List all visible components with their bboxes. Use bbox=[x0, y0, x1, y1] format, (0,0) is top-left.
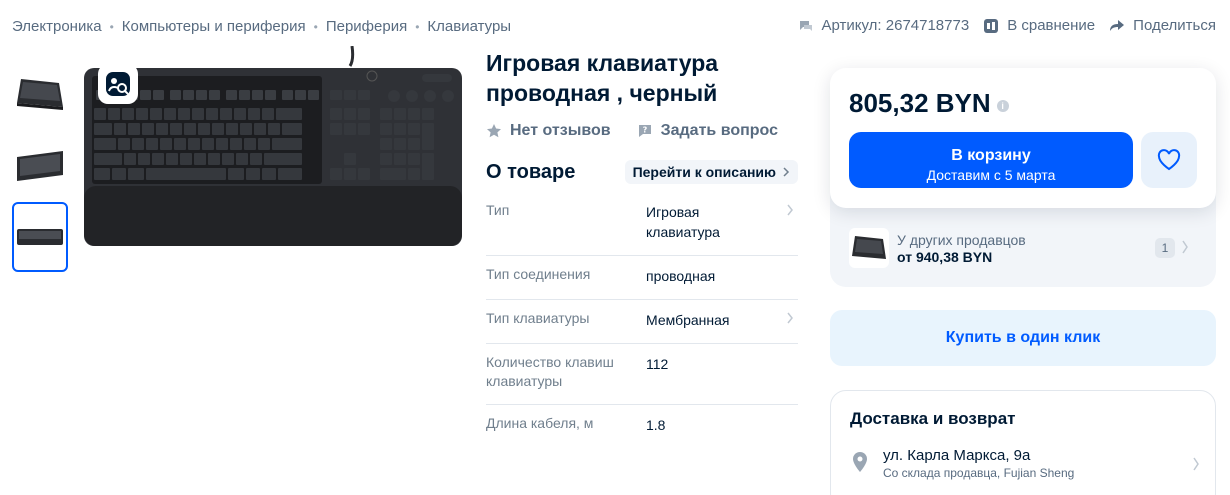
chevron-right-icon bbox=[787, 204, 793, 216]
add-to-cart-label: В корзину bbox=[951, 147, 1031, 164]
share-icon bbox=[1110, 19, 1125, 31]
location-pin-icon bbox=[853, 452, 867, 472]
delivery-address-row[interactable]: ул. Карла Маркса, 9а Со склада продавца,… bbox=[850, 447, 1200, 483]
spec-key: Тип bbox=[486, 202, 510, 218]
thumbnail-3-selected[interactable] bbox=[12, 202, 68, 272]
keyboard-thumbnail-image bbox=[17, 151, 63, 181]
buy-one-click-button[interactable]: Купить в один клик bbox=[830, 310, 1216, 366]
other-sellers-price: от 940,38 BYN bbox=[897, 249, 993, 265]
svg-text:?: ? bbox=[642, 126, 647, 135]
about-header: О товаре Перейти к описанию bbox=[486, 160, 798, 184]
chevron-right-icon bbox=[783, 167, 790, 177]
ask-question-label: Задать вопрос bbox=[660, 122, 778, 139]
price-value: 805,32 BYN bbox=[849, 88, 991, 118]
heart-icon bbox=[1157, 149, 1181, 171]
question-icon: ? bbox=[638, 125, 651, 137]
add-to-cart-button[interactable]: В корзину Доставим с 5 марта bbox=[849, 132, 1133, 188]
spec-key: Тип клавиатуры bbox=[486, 310, 590, 326]
ask-question-link[interactable]: ? Задать вопрос bbox=[637, 122, 778, 140]
spec-value: Мембранная bbox=[646, 312, 730, 328]
spec-value: проводная bbox=[646, 268, 716, 284]
product-main-image[interactable] bbox=[82, 46, 464, 251]
price-card: 805,32 BYN i В корзину Доставим с 5 март… bbox=[830, 68, 1216, 208]
thumbnail-1[interactable] bbox=[12, 58, 68, 128]
spec-row-key-count: Количество клавиш клавиатуры 112 bbox=[486, 344, 798, 405]
delivery-address: ул. Карла Маркса, 9а bbox=[883, 447, 1031, 464]
delivery-date-label: Доставим с 5 марта bbox=[926, 167, 1056, 183]
spec-value: 112 bbox=[646, 356, 669, 372]
seller-product-image bbox=[849, 228, 889, 268]
reviews-link[interactable]: Нет отзывов bbox=[486, 122, 611, 140]
breadcrumb: Электроника • Компьютеры и периферия • П… bbox=[12, 18, 511, 35]
chevron-right-icon bbox=[1182, 240, 1188, 254]
share-button[interactable]: Поделиться bbox=[1109, 17, 1216, 34]
about-heading: О товаре bbox=[486, 160, 576, 183]
lens-search-button[interactable] bbox=[98, 64, 138, 104]
spec-key: Количество клавиш клавиатуры bbox=[486, 354, 614, 389]
breadcrumb-item-peripherals[interactable]: Периферия bbox=[326, 18, 407, 35]
product-title: Игровая клавиатура проводная , черный bbox=[486, 50, 719, 106]
breadcrumb-item-keyboards[interactable]: Клавиатуры bbox=[427, 18, 511, 35]
other-sellers-label: У других продавцов bbox=[897, 232, 1026, 248]
keyboard-thumbnail-image bbox=[852, 236, 886, 259]
compare-button[interactable]: В сравнение bbox=[983, 17, 1095, 34]
keyboard-thumbnail-image bbox=[17, 79, 63, 110]
breadcrumb-item-electronics[interactable]: Электроника bbox=[12, 18, 102, 35]
top-actions: Артикул: 2674718773 В сравнение Поделить… bbox=[798, 17, 1216, 34]
star-icon bbox=[487, 124, 501, 138]
rating-row: Нет отзывов ? Задать вопрос bbox=[486, 122, 778, 140]
article-number[interactable]: Артикул: 2674718773 bbox=[798, 17, 970, 34]
thumbnail-2[interactable] bbox=[12, 130, 68, 200]
breadcrumb-separator: • bbox=[313, 19, 318, 34]
delivery-panel: Доставка и возврат ул. Карла Маркса, 9а … bbox=[830, 390, 1216, 495]
spec-value: 1.8 bbox=[646, 417, 666, 433]
favorite-button[interactable] bbox=[1141, 132, 1197, 188]
sellers-count-badge: 1 bbox=[1155, 238, 1175, 258]
delivery-source: Со склада продавца, Fujian Sheng bbox=[883, 466, 1075, 480]
breadcrumb-separator: • bbox=[415, 19, 420, 34]
breadcrumb-item-computers[interactable]: Компьютеры и периферия bbox=[122, 18, 306, 35]
spec-row-type[interactable]: Тип Игровая клавиатура bbox=[486, 192, 798, 256]
article-label: Артикул: 2674718773 bbox=[821, 17, 970, 34]
spec-key: Длина кабеля, м bbox=[486, 415, 594, 431]
compare-icon bbox=[984, 18, 999, 33]
spec-row-keyboard-type[interactable]: Тип клавиатуры Мембранная bbox=[486, 300, 798, 344]
spec-key: Тип соединения bbox=[486, 266, 591, 282]
compare-label: В сравнение bbox=[1007, 17, 1096, 34]
info-icon[interactable]: i bbox=[996, 99, 1009, 112]
spec-value: Игровая клавиатура bbox=[646, 204, 720, 240]
spec-row-connection: Тип соединения проводная bbox=[486, 256, 798, 300]
reviews-label: Нет отзывов bbox=[510, 122, 611, 139]
share-label: Поделиться bbox=[1133, 17, 1216, 34]
lens-search-icon bbox=[106, 72, 130, 96]
keyboard-thumbnail-image bbox=[17, 229, 63, 245]
price-row: 805,32 BYN i bbox=[849, 88, 1009, 119]
chat-icon bbox=[799, 20, 812, 31]
chevron-right-icon bbox=[787, 312, 793, 324]
goto-description-button[interactable]: Перейти к описанию bbox=[624, 160, 798, 184]
spec-list: Тип Игровая клавиатура Тип соединения пр… bbox=[486, 192, 798, 448]
goto-description-label: Перейти к описанию bbox=[632, 164, 776, 180]
spec-row-cable-length: Длина кабеля, м 1.8 bbox=[486, 405, 798, 448]
chevron-right-icon bbox=[1193, 457, 1199, 471]
delivery-heading: Доставка и возврат bbox=[850, 409, 1016, 428]
thumbnail-list bbox=[12, 58, 68, 274]
breadcrumb-separator: • bbox=[109, 19, 114, 34]
